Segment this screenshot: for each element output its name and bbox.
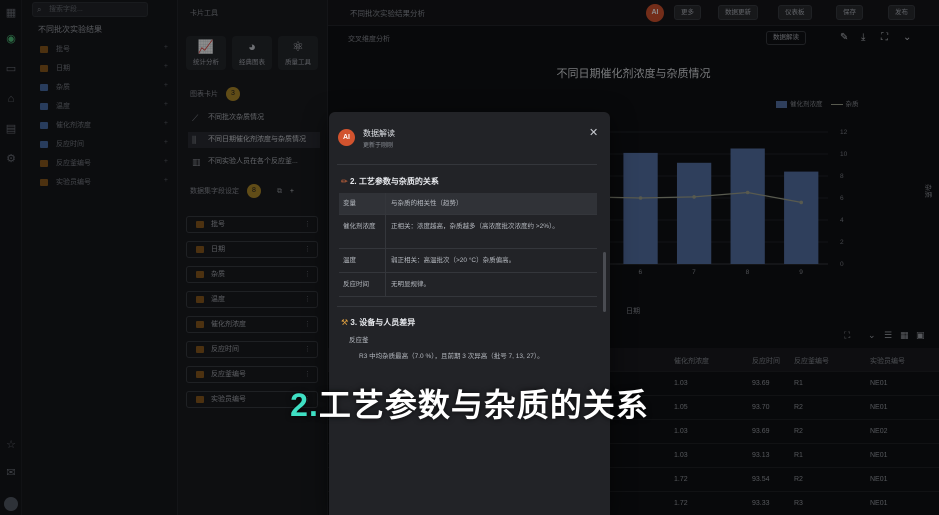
cell: 无明显规律。 (391, 281, 430, 288)
table-header-row: 变量 与杂质的相关性（趋势） (339, 193, 597, 215)
modal-scrollbar[interactable] (603, 252, 606, 312)
divider (337, 306, 597, 307)
section-title: 3. 设备与人员差异 (350, 318, 416, 327)
cell: 催化剂浓度 (343, 223, 376, 230)
table-row: 反应时间 无明显规律。 (339, 273, 597, 297)
table-row: 催化剂浓度 正相关：浓度越高，杂质越多（高浓度批次浓度约 >2%）。 (339, 215, 597, 249)
cell: 温度 (343, 257, 356, 264)
divider (385, 273, 386, 296)
modal-title: 数据解读 (363, 129, 395, 138)
app-window: ▦ ◉ ▭ ⌂ ▤ ⚙ ☆ ✉ ⌕ 搜索字段... 不同批次实验结果 批号 + 日期… (0, 0, 939, 515)
reactor-text: R3 中均杂质最高（7.0 %），且前期 3 次异高（批号 7, 13, 27）… (359, 353, 544, 360)
cell: 正相关：浓度越高，杂质越多（高浓度批次浓度约 >2%）。 (391, 223, 559, 230)
close-icon[interactable]: ✕ (589, 126, 598, 139)
ai-logo-icon: AI (338, 129, 355, 146)
caption-text: 工艺参数与杂质的关系 (318, 387, 649, 423)
modal-subtitle: 更新于刚刚 (363, 143, 394, 149)
factory-icon: ⚒ (341, 318, 351, 327)
header-cell: 与杂质的相关性（趋势） (391, 200, 463, 207)
reactor-label: 反应釜 (349, 337, 369, 344)
divider (385, 193, 386, 214)
divider (337, 164, 597, 165)
pencil-icon: ✏ (341, 177, 350, 186)
header-cell: 变量 (343, 200, 356, 207)
caption-prefix: 2. (290, 387, 319, 423)
divider (385, 249, 386, 272)
cell: 反应时间 (343, 281, 369, 288)
section-3-heading: ⚒ 3. 设备与人员差异 (341, 317, 415, 328)
section-title: 2. 工艺参数与杂质的关系 (349, 177, 439, 186)
video-caption: 2.工艺参数与杂质的关系 (0, 380, 939, 426)
table-row: 温度 弱正相关：高温批次（>20 °C）杂质偏高。 (339, 249, 597, 273)
data-interpretation-modal: AI 数据解读 更新于刚刚 ✕ ✏ 2. 工艺参数与杂质的关系 变量 与杂质的相… (329, 112, 610, 515)
divider (385, 215, 386, 248)
cell: 弱正相关：高温批次（>20 °C）杂质偏高。 (391, 257, 516, 264)
section-2-heading: ✏ 2. 工艺参数与杂质的关系 (341, 176, 439, 187)
